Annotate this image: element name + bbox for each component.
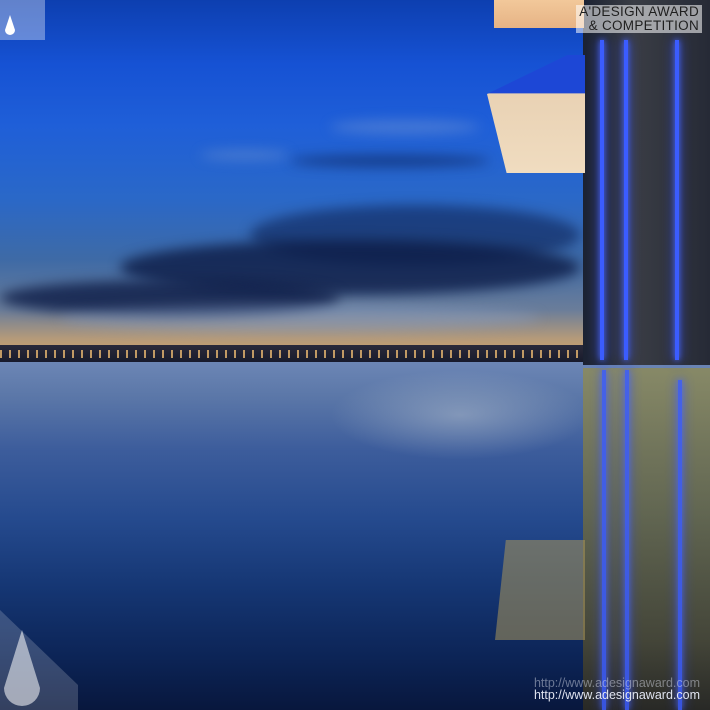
city-lights: [0, 350, 590, 358]
drop-icon: [5, 15, 15, 35]
canopy-reflection: [495, 540, 585, 640]
blue-light-strip: [624, 40, 628, 360]
watermark-url: http://www.adesignaward.com: [533, 688, 700, 702]
blue-light-strip: [600, 40, 604, 360]
blue-light-strip: [675, 40, 679, 360]
logo-drop-icon: [0, 0, 45, 40]
photo-scene: A'DESIGN AWARD & COMPETITION http://www.…: [0, 0, 710, 710]
brand-line-1: A'DESIGN AWARD: [579, 4, 699, 19]
cloud-streak: [200, 150, 290, 160]
award-brand-text: A'DESIGN AWARD & COMPETITION: [576, 5, 702, 33]
award-logo-icon: [0, 610, 78, 710]
cloud-streak: [330, 120, 480, 134]
blue-light-reflection: [602, 370, 606, 710]
blue-light-reflection: [625, 370, 629, 710]
brand-line-2: & COMPETITION: [588, 18, 699, 33]
sky-reflection: [330, 370, 590, 460]
cloud-streak: [290, 155, 490, 167]
blue-light-reflection: [678, 380, 682, 710]
upper-canopy: [494, 0, 584, 28]
cloud-bank: [60, 305, 540, 331]
